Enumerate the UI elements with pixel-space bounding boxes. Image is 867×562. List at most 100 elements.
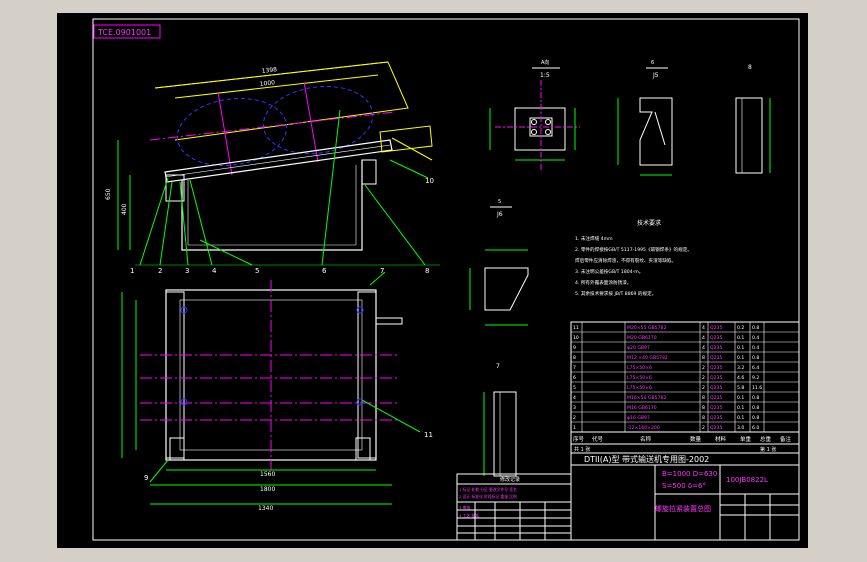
revision-title: 修改记录 xyxy=(500,476,520,483)
detail-j5-num: 6 xyxy=(651,60,654,66)
parts-cell: 0.4 xyxy=(752,335,759,341)
parts-cell: Q235 xyxy=(710,385,722,391)
sheet-info-1: 共 1 张 xyxy=(574,446,590,453)
parts-cell: 5.8 xyxy=(737,385,744,391)
parts-cell: 8 xyxy=(702,405,705,411)
parts-cell: 0.1 xyxy=(737,405,744,411)
parts-cell: 8 xyxy=(702,395,705,401)
parts-cell: 0.1 xyxy=(737,395,744,401)
parts-cell: 4 xyxy=(573,395,576,401)
dim-h1: 400 xyxy=(121,203,128,215)
parts-cell: 6 xyxy=(573,375,576,381)
revision-row-4: 4 工艺 批准 xyxy=(459,513,479,518)
parts-cell: M20×55 GB5782 xyxy=(627,325,666,331)
detail-j6-num: 5 xyxy=(498,199,501,205)
leader-label-8: 8 xyxy=(425,267,429,275)
param-line-1: B=1000 D=630 xyxy=(662,470,717,478)
sheet-info-2: 第 1 张 xyxy=(760,446,776,453)
parts-cell: 11.6 xyxy=(752,385,762,391)
parts-cell: 0.8 xyxy=(752,395,759,401)
revision-row-2: 2 设计 标准化 阶段标记 重量 比例 xyxy=(459,494,517,499)
parts-header-cell: 总重 xyxy=(760,435,772,443)
parts-cell: 11 xyxy=(573,325,579,331)
param-line-2: S=500 δ=6° xyxy=(662,482,706,490)
note-line-5: 4. 所有外露表面涂防锈漆。 xyxy=(575,279,631,286)
parts-cell: Q235 xyxy=(710,355,722,361)
detail-a-scale: 1:5 xyxy=(540,72,550,79)
parts-cell: 4 xyxy=(702,325,705,331)
parts-cell: Q235 xyxy=(710,425,722,431)
parts-cell: 2 xyxy=(702,365,705,371)
detail-j5-scale: J5 xyxy=(652,72,659,79)
parts-header-cell: 名称 xyxy=(640,435,652,443)
parts-cell: 8 xyxy=(702,415,705,421)
leader-label-3: 3 xyxy=(185,267,189,275)
parts-header-cell: 代号 xyxy=(592,435,604,443)
parts-cell: 1 xyxy=(573,425,576,431)
parts-cell: 5 xyxy=(573,385,576,391)
leader-label-11: 11 xyxy=(424,431,433,439)
parts-cell: 7 xyxy=(573,365,576,371)
parts-cell: 0.8 xyxy=(752,355,759,361)
parts-cell: 0.1 xyxy=(737,345,744,351)
parts-cell: Q235 xyxy=(710,335,722,341)
parts-cell: M20 GB6170 xyxy=(627,335,657,341)
parts-cell: 10 xyxy=(573,335,579,341)
drawing-name: 螺旋拉紧装置总图 xyxy=(655,504,711,513)
parts-cell: 8 xyxy=(573,355,576,361)
revision-row-1: 1 标记 处数 分区 更改文件号 签名 xyxy=(459,487,517,492)
parts-cell: L75×50×6 xyxy=(627,365,652,371)
parts-cell: -12×160×200 xyxy=(627,425,660,431)
revision-row-3: 3 审核 xyxy=(459,505,470,510)
parts-cell: 3 xyxy=(573,405,576,411)
detail-7-num: 7 xyxy=(496,363,500,370)
parts-cell: φ16 GB97 xyxy=(627,415,650,421)
detail-8-num: 8 xyxy=(748,64,752,71)
parts-cell: Q235 xyxy=(710,405,722,411)
parts-cell: 3.0 xyxy=(737,425,744,431)
cad-viewport: TCE.0901001 1398 1000 1 2 3 4 5 6 7 8 10… xyxy=(0,0,867,562)
parts-cell: 8 xyxy=(702,355,705,361)
drawing-number: 100JB0822L xyxy=(726,476,768,484)
note-line-4: 3. 未注明公差按GB/T 1804-m。 xyxy=(575,268,643,275)
parts-cell: M12 ×40 GB5782 xyxy=(627,355,668,361)
parts-cell: Q235 xyxy=(710,395,722,401)
leader-label-10: 10 xyxy=(425,177,434,185)
plan-dim-label-1: 1560 xyxy=(260,471,275,478)
plan-dim-label-2: 1800 xyxy=(260,486,275,493)
parts-cell: 0.2 xyxy=(737,325,744,331)
parts-cell: 3.2 xyxy=(737,365,744,371)
parts-cell: M16 GB6170 xyxy=(627,405,657,411)
parts-header-cell: 单重 xyxy=(740,435,752,443)
drawing-sheet: TCE.0901001 1398 1000 1 2 3 4 5 6 7 8 10… xyxy=(57,13,808,548)
drawing-canvas: TCE.0901001 1398 1000 1 2 3 4 5 6 7 8 10… xyxy=(57,13,808,548)
parts-cell: 2 xyxy=(702,385,705,391)
parts-cell: 2 xyxy=(702,425,705,431)
parts-header-cell: 数量 xyxy=(690,435,702,443)
title-line: DTII(A)型 带式输送机专用图-2002 xyxy=(584,454,709,464)
parts-header-cell: 序号 xyxy=(573,435,585,443)
parts-cell: 0.1 xyxy=(737,335,744,341)
parts-cell: 2 xyxy=(573,415,576,421)
leader-label-6: 6 xyxy=(322,267,327,275)
notes-title: 技术要求 xyxy=(637,219,661,227)
parts-cell: φ20 GB97 xyxy=(627,345,650,351)
parts-cell: 0.1 xyxy=(737,355,744,361)
note-line-6: 5. 其余技术要求按 JB/T 8869 的规定。 xyxy=(575,290,656,297)
leader-label-2: 2 xyxy=(158,267,162,275)
parts-cell: Q235 xyxy=(710,365,722,371)
detail-a-title: A向 xyxy=(541,59,549,66)
parts-cell: 4.6 xyxy=(737,375,744,381)
parts-cell: 0.8 xyxy=(752,405,759,411)
parts-cell: 9 xyxy=(573,345,576,351)
leader-label-4: 4 xyxy=(212,267,217,275)
parts-cell: 4 xyxy=(702,345,705,351)
parts-cell: L75×50×6 xyxy=(627,375,652,381)
sheet-background xyxy=(57,13,808,548)
parts-cell: Q235 xyxy=(710,375,722,381)
code-tag: TCE.0901001 xyxy=(97,28,151,37)
parts-cell: 0.8 xyxy=(752,415,759,421)
parts-cell: 9.2 xyxy=(752,375,759,381)
leader-label-9: 9 xyxy=(144,474,148,482)
note-line-3: 焊后零件应清除焊渣，不得有裂纹、夹渣等缺陷。 xyxy=(575,257,676,264)
